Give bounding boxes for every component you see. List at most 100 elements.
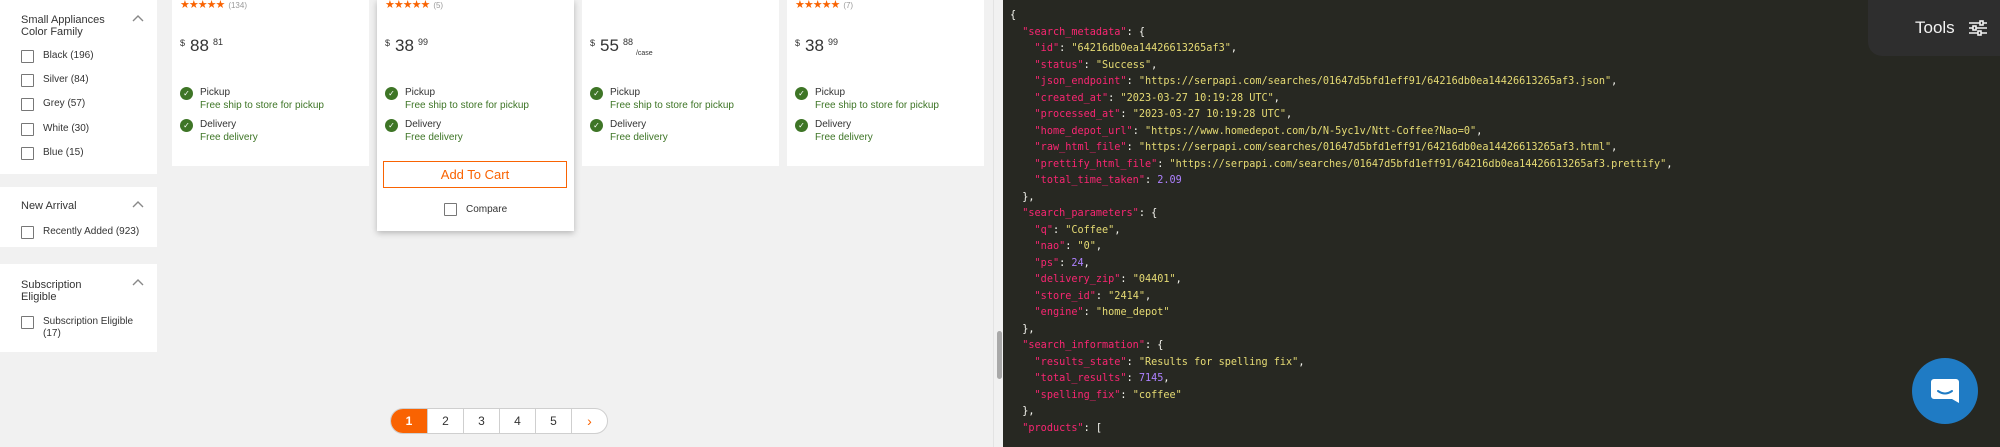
json-punctuation: , — [1095, 241, 1103, 252]
page-1-button[interactable]: 1 — [391, 409, 427, 433]
json-punctuation: , — [1083, 257, 1090, 269]
json-punctuation: }, — [1010, 191, 1035, 203]
json-punctuation: { — [1010, 10, 1017, 21]
delivery-label: Delivery — [200, 119, 237, 130]
filter-title-color-family[interactable]: Small Appliances Color Family — [21, 14, 105, 38]
json-key: "total_results" — [1034, 373, 1127, 384]
json-key: "delivery_zip" — [1034, 274, 1121, 285]
filter-option[interactable]: Silver (84) — [21, 74, 89, 87]
product-card[interactable]: ★★★★★ (134) $88 81 ✓ Pickup Free ship to sto… — [172, 0, 369, 166]
json-punctuation: : { — [1144, 340, 1164, 351]
filter-option[interactable]: Grey (57) — [21, 98, 85, 111]
checkbox[interactable] — [21, 226, 34, 239]
chevron-up-icon[interactable] — [131, 277, 145, 287]
product-card[interactable]: ★★★★★ (7) $38 99 ✓ Pickup Free ship to store… — [787, 0, 984, 166]
json-punctuation: : — [1065, 241, 1078, 252]
filter-option-label: White (30) — [43, 123, 90, 134]
page-4-button[interactable]: 4 — [499, 409, 535, 433]
filter-new-arrival: New Arrival Recently Added (923) — [0, 187, 157, 247]
add-to-cart-button[interactable]: Add To Cart — [383, 161, 567, 188]
json-punctuation: : — [1083, 307, 1096, 318]
json-punctuation — [1010, 423, 1022, 434]
json-line: "total_time_taken": 2.09 — [1010, 173, 1672, 190]
truck-icon: ✓ — [385, 119, 398, 132]
checkbox[interactable] — [21, 98, 34, 111]
checkbox[interactable] — [21, 74, 34, 87]
checkbox[interactable] — [21, 316, 34, 329]
product-card[interactable]: $55 88/case ✓ Pickup Free ship to store for… — [582, 0, 779, 166]
checkbox[interactable] — [444, 203, 457, 216]
json-key: "search_parameters" — [1022, 208, 1139, 219]
json-punctuation: }, — [1010, 406, 1035, 417]
page-2-button[interactable]: 2 — [427, 409, 463, 433]
review-count: (134) — [228, 1, 247, 10]
filter-option-label: Black (196) — [43, 50, 94, 61]
vertical-scrollbar[interactable] — [993, 0, 1003, 447]
json-punctuation — [1010, 93, 1035, 104]
price-dollars: 38 — [805, 36, 824, 55]
filter-option[interactable]: Recently Added (923) — [21, 226, 139, 239]
json-key: "status" — [1034, 59, 1084, 71]
json-punctuation: , — [1273, 92, 1280, 104]
scrollbar-thumb[interactable] — [997, 331, 1002, 379]
json-punctuation: : — [1083, 59, 1096, 71]
json-line: }, — [1010, 404, 1672, 421]
chevron-up-icon[interactable] — [131, 199, 145, 209]
json-line: "q": "Coffee", — [1010, 223, 1672, 240]
filter-option[interactable]: Subscription Eligible (17) — [21, 316, 133, 340]
compare-toggle[interactable]: Compare — [444, 203, 507, 216]
json-key: "raw_html_file" — [1034, 142, 1127, 153]
filter-title-subscription[interactable]: Subscription Eligible — [21, 279, 82, 303]
price: $38 99 — [795, 36, 838, 56]
currency-symbol: $ — [795, 38, 801, 48]
json-punctuation — [1010, 76, 1035, 87]
delivery-detail: Free delivery — [815, 132, 873, 143]
filter-option-label: Grey (57) — [43, 98, 86, 109]
json-punctuation: , — [1230, 43, 1237, 54]
pickup-option: ✓ Pickup Free ship to store for pickup — [795, 86, 939, 112]
pagination: 1 2 3 4 5 › — [390, 408, 608, 434]
filter-option[interactable]: White (30) — [21, 123, 89, 136]
filter-option[interactable]: Black (196) — [21, 50, 94, 63]
json-punctuation — [1010, 307, 1035, 318]
price: $88 81 — [180, 36, 223, 56]
filter-title-new-arrival[interactable]: New Arrival — [21, 200, 77, 212]
page-5-button[interactable]: 5 — [535, 409, 571, 433]
chat-button[interactable] — [1912, 358, 1978, 424]
checkbox[interactable] — [21, 123, 34, 136]
json-line: "delivery_zip": "04401", — [1010, 272, 1672, 289]
json-punctuation: , — [1114, 224, 1121, 236]
json-punctuation: , — [1151, 59, 1158, 71]
filter-option[interactable]: Blue (15) — [21, 147, 84, 160]
product-card[interactable]: ★★★★★ (5) $38 99 ✓ Pickup Free ship to store… — [377, 0, 574, 231]
pickup-option: ✓ Pickup Free ship to store for pickup — [180, 86, 324, 112]
json-line: "search_information": { — [1010, 338, 1672, 355]
filter-option-label-line: Subscription Eligible — [43, 316, 134, 327]
json-punctuation — [1010, 175, 1035, 186]
json-line: "id": "64216db0ea14426613265af3", — [1010, 41, 1672, 58]
json-string: "0" — [1077, 241, 1096, 252]
store-icon: ✓ — [385, 87, 398, 100]
json-key: "home_depot_url" — [1034, 125, 1133, 137]
json-punctuation: : — [1157, 158, 1170, 170]
json-line: }, — [1010, 322, 1672, 339]
json-string: "04401" — [1132, 274, 1176, 285]
chevron-up-icon[interactable] — [131, 13, 145, 23]
json-punctuation: : { — [1126, 26, 1145, 38]
tools-button[interactable]: Tools — [1868, 0, 2000, 56]
json-line: "json_endpoint": "https://serpapi.com/se… — [1010, 74, 1672, 91]
json-key: "ps" — [1034, 257, 1060, 269]
json-key: "processed_at" — [1034, 109, 1121, 120]
compare-label: Compare — [466, 204, 508, 215]
json-punctuation: : — [1126, 356, 1139, 368]
pickup-label: Pickup — [405, 87, 436, 98]
pickup-option: ✓ Pickup Free ship to store for pickup — [385, 86, 529, 112]
checkbox[interactable] — [21, 50, 34, 63]
checkbox[interactable] — [21, 147, 34, 160]
next-page-icon[interactable]: › — [571, 409, 607, 433]
filter-subscription-eligible: Subscription Eligible Subscription Eligi… — [0, 264, 157, 352]
json-line: "status": "Success", — [1010, 58, 1672, 75]
page-3-button[interactable]: 3 — [463, 409, 499, 433]
rating-stars: ★★★★★ (134) — [180, 0, 247, 11]
json-string: "64216db0ea14426613265af3" — [1071, 43, 1231, 54]
